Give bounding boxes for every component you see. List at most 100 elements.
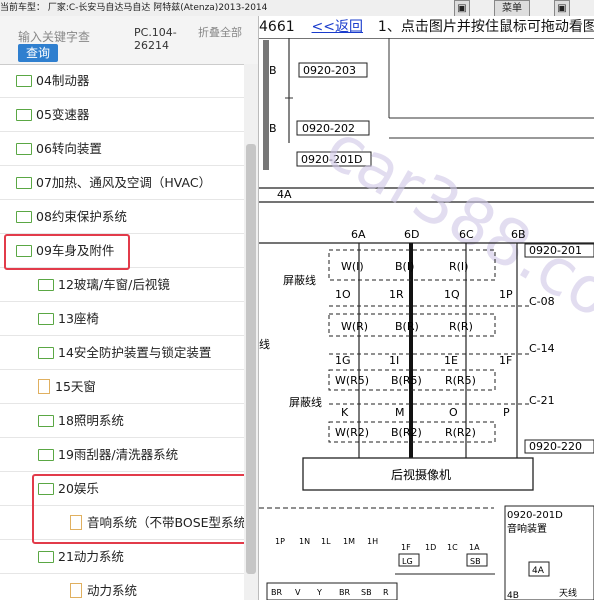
current-vehicle-title: 当前车型： 厂家:C-长安马自达马自达 阿特兹(Atenza)2013-2014	[0, 3, 268, 13]
pin-label: 1F	[499, 354, 512, 367]
pin-label: 6B	[511, 228, 526, 241]
folder-icon	[38, 312, 54, 325]
pin-label: 4A	[277, 188, 292, 201]
pc-code: PC.104-26214	[134, 26, 177, 52]
wire-label: W(R2)	[335, 426, 369, 439]
left-fragment: 线	[259, 337, 270, 351]
tree-item-07[interactable]: 07加热、通风及空调（HVAC）	[0, 166, 244, 200]
tree-item-08[interactable]: 08约束保护系统	[0, 200, 244, 234]
connector-label: 0920-201	[529, 244, 582, 257]
pin-label: 1C	[447, 543, 458, 552]
connector-label: C-14	[529, 342, 555, 355]
pin-label: 4B	[507, 591, 519, 600]
scrollbar-thumb[interactable]	[246, 144, 256, 574]
b-label: B	[269, 122, 277, 135]
wire-label: B(R)	[395, 320, 419, 333]
pin-label: O	[449, 406, 458, 419]
wire-color-code: BR	[271, 588, 282, 597]
pin-label: 6C	[459, 228, 474, 241]
folder-icon	[38, 346, 54, 359]
window-icon[interactable]: ▣	[554, 0, 570, 16]
drag-instruction: 1、点击图片并按住鼠标可拖动看图	[377, 19, 594, 35]
folder-icon	[16, 74, 32, 87]
wire-label: R(R5)	[445, 374, 476, 387]
menu-button-label: 菜单	[502, 3, 522, 14]
document-icon	[38, 379, 50, 394]
search-button[interactable]: 查询	[18, 44, 58, 62]
pin-label: 1N	[299, 537, 310, 546]
connector-label: 0920-220	[529, 440, 582, 453]
folder-icon	[16, 210, 32, 223]
tree-item-label: 动力系统	[87, 583, 138, 598]
folder-open-icon	[38, 550, 54, 563]
tree-item-04[interactable]: 04制动器	[0, 64, 244, 98]
tree-item-label: 06转向装置	[36, 141, 102, 156]
shield-label: 屏蔽线	[283, 273, 316, 287]
wire-color-code: R	[383, 588, 389, 597]
top-toolbar: ▣ 菜单 ▣	[454, 0, 594, 16]
wire-label: R(R2)	[445, 426, 476, 439]
highlight-box-20	[32, 474, 256, 544]
folder-icon	[16, 108, 32, 121]
tree-item-05[interactable]: 05变速器	[0, 98, 244, 132]
tree-item-label: 12玻璃/车窗/后视镜	[58, 277, 170, 292]
wire-label: B(R5)	[391, 374, 422, 387]
sidebar-scrollbar[interactable]	[244, 64, 258, 600]
pin-label: 1O	[335, 288, 351, 301]
top-bar: 当前车型： 厂家:C-长安马自达马自达 阿特兹(Atenza)2013-2014…	[0, 0, 594, 17]
pin-label: 1A	[469, 543, 480, 552]
pin-label: 1E	[444, 354, 458, 367]
tree-item-21[interactable]: 21动力系统	[0, 540, 244, 574]
folder-icon	[16, 142, 32, 155]
wire-color-code: LG	[402, 557, 413, 566]
wire-label: B(R2)	[391, 426, 422, 439]
tree-item-13[interactable]: 13座椅	[0, 302, 244, 336]
tree-item-label: 19雨刮器/清洗器系统	[58, 447, 179, 462]
pin-label: 1F	[401, 543, 411, 552]
folder-icon	[38, 448, 54, 461]
prev-icon[interactable]: ▣	[454, 0, 470, 16]
wire-color-code: Y	[316, 588, 322, 597]
tree-item-12[interactable]: 12玻璃/车窗/后视镜	[0, 268, 244, 302]
wire-color-code: BR	[339, 588, 350, 597]
pin-label: 1P	[499, 288, 513, 301]
folder-icon	[16, 176, 32, 189]
wire-label: R(I)	[449, 260, 468, 273]
frame-bar	[263, 40, 269, 170]
document-icon	[70, 583, 82, 598]
tree-item-06[interactable]: 06转向装置	[0, 132, 244, 166]
pin-label: 1D	[425, 543, 436, 552]
page-number: 4661	[259, 19, 295, 35]
tree-item-19[interactable]: 19雨刮器/清洗器系统	[0, 438, 244, 472]
tree-item-18[interactable]: 18照明系统	[0, 404, 244, 438]
pin-label: P	[503, 406, 510, 419]
wiring-diagram[interactable]: B 0920-203 B 0920-202 0920-201D 4A car38…	[259, 38, 594, 600]
pin-label: 1M	[343, 537, 355, 546]
search-input[interactable]: 输入关键字查	[18, 28, 90, 45]
b-label: B	[269, 64, 277, 77]
pin-label: M	[395, 406, 405, 419]
menu-button[interactable]: 菜单	[494, 0, 530, 16]
folder-icon	[38, 278, 54, 291]
shield-label: 屏蔽线	[289, 395, 322, 409]
wire-color-code: SB	[470, 557, 481, 566]
tree-item-label: 18照明系统	[58, 413, 124, 428]
tree-item-label: 21动力系统	[58, 549, 124, 564]
diagram-panel[interactable]: 4661 <<返回 1、点击图片并按住鼠标可拖动看图 B 0920-203 B …	[259, 16, 594, 600]
tree-item-label: 14安全防护装置与锁定装置	[58, 345, 212, 360]
tree-item-label: 04制动器	[36, 73, 90, 88]
pin-label: 4A	[532, 566, 545, 576]
diagram-header: 4661 <<返回 1、点击图片并按住鼠标可拖动看图	[259, 16, 594, 38]
connector-label: C-08	[529, 295, 555, 308]
pin-label: 1H	[367, 537, 378, 546]
tree-item-15[interactable]: 15天窗	[0, 370, 244, 404]
collapse-all-button[interactable]: 折叠全部	[198, 26, 242, 39]
tree-item-power-system[interactable]: 动力系统	[0, 574, 244, 600]
connector-label: 0920-203	[303, 64, 356, 77]
pin-label: 1I	[389, 354, 399, 367]
back-link[interactable]: <<返回	[312, 19, 363, 35]
pin-label: 1R	[389, 288, 404, 301]
search-panel: 输入关键字查 查询 PC.104-26214 折叠全部	[0, 16, 258, 65]
tree-item-14[interactable]: 14安全防护装置与锁定装置	[0, 336, 244, 370]
pin-label: 1G	[335, 354, 351, 367]
